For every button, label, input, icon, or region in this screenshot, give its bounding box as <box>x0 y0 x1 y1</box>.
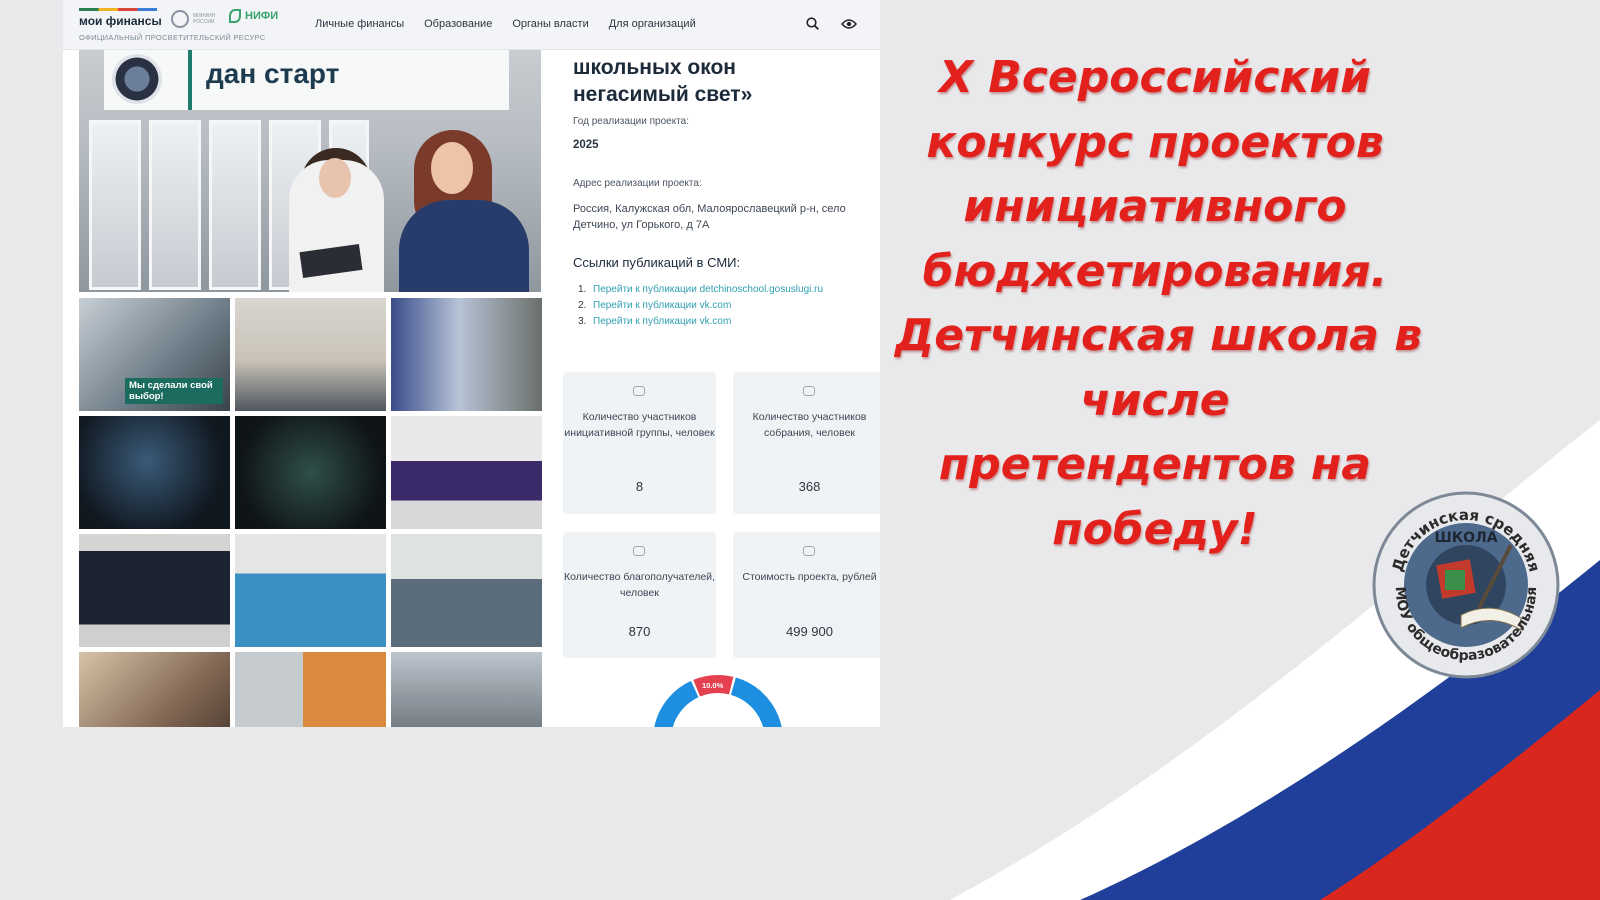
headline-line: претендентов на <box>938 439 1372 490</box>
headline-line: Детчинская школа в <box>895 310 1423 361</box>
photo-thumbnail[interactable] <box>391 298 542 411</box>
person-face <box>319 158 351 198</box>
minfin-emblem-icon <box>171 10 189 28</box>
nifi-leaf-icon <box>229 9 241 23</box>
emblem-text-center: ШКОЛА <box>1434 530 1497 546</box>
accessibility-eye-icon[interactable] <box>841 18 857 30</box>
minfin-label: МИНФИН РОССИИ <box>193 13 216 25</box>
stat-value: 8 <box>635 479 644 494</box>
list-item: 2. Перейти к публикации vk.com <box>578 298 823 314</box>
stat-card: Количество благополучателей, человек 870 <box>563 532 716 658</box>
window <box>209 120 261 290</box>
thumbnail-caption: Мы сделали свой выбор! <box>125 378 223 404</box>
stat-value: 368 <box>798 479 821 494</box>
media-link[interactable]: Перейти к публикации detchinoschool.gosu… <box>593 284 823 295</box>
hero-banner-text: дан старт <box>206 58 340 89</box>
nav-item-organizations[interactable]: Для организаций <box>609 18 696 30</box>
photo-thumbnail[interactable] <box>391 652 542 727</box>
people-icon <box>633 386 645 396</box>
project-title-line: школьных окон <box>573 56 736 79</box>
stat-label: Количество благополучателей, человек <box>564 571 715 599</box>
stat-card: Количество участников собрания, человек … <box>733 372 880 514</box>
headline-line: инициативного <box>963 181 1347 232</box>
media-link[interactable]: Перейти к публикации vk.com <box>593 316 731 327</box>
photo-thumbnail[interactable] <box>391 534 542 647</box>
headline-line: числе <box>1080 374 1230 426</box>
person-shape <box>399 200 529 292</box>
year-label: Год реализации проекта: <box>573 116 690 127</box>
hero-banner: дан старт <box>104 50 509 110</box>
embedded-screenshot: мои финансы ОФИЦИАЛЬНЫЙ ПРОСВЕТИТЕЛЬСКИЙ… <box>63 0 880 727</box>
photo-thumbnail[interactable]: Мы сделали свой выбор! <box>79 298 230 411</box>
stat-value: 870 <box>628 624 651 639</box>
main-nav: Личные финансы Образование Органы власти… <box>315 18 696 30</box>
photo-thumbnail[interactable] <box>235 534 386 647</box>
list-number: 1. <box>578 284 587 295</box>
people-icon <box>633 546 645 556</box>
stat-value: 499 900 <box>786 624 833 639</box>
photo-thumbnail[interactable] <box>79 416 230 529</box>
photo-thumbnail[interactable] <box>235 416 386 529</box>
donut-percent-label: 10.0% <box>702 681 724 690</box>
photo-thumbnail[interactable] <box>235 298 386 411</box>
person-face <box>431 142 473 194</box>
school-badge-icon <box>112 54 162 104</box>
logo-stripes <box>79 8 157 11</box>
stat-label: Стоимость проекта, рублей <box>742 571 877 583</box>
school-emblem-logo: Детчинская средняя ШКОЛА МОУ общеобразов… <box>1372 491 1560 679</box>
address-value: Россия, Калужская обл, Малоярославецкий … <box>573 203 846 231</box>
headline-line: X Всероссийский <box>939 52 1371 103</box>
people-icon <box>803 386 815 396</box>
coins-icon <box>803 546 815 556</box>
year-value: 2025 <box>573 139 599 151</box>
headline-line: победу! <box>1052 503 1258 555</box>
site-logo[interactable]: мои финансы <box>79 14 162 28</box>
banner-accent-bar <box>188 50 192 110</box>
nav-item-education[interactable]: Образование <box>424 18 492 30</box>
photo-thumbnail[interactable] <box>235 652 386 727</box>
site-header: мои финансы ОФИЦИАЛЬНЫЙ ПРОСВЕТИТЕЛЬСКИЙ… <box>63 0 880 50</box>
stat-label: Количество участников инициативной групп… <box>564 411 715 439</box>
media-link[interactable]: Перейти к публикации vk.com <box>593 300 731 311</box>
hero-photo: дан старт <box>79 50 541 292</box>
search-icon[interactable] <box>806 17 819 30</box>
media-links-list: 1. Перейти к публикации detchinoschool.go… <box>578 282 823 330</box>
project-title: школьных окон негасимый свет» <box>573 54 752 108</box>
stat-card: Количество участников инициативной групп… <box>563 372 716 514</box>
site-tagline: ОФИЦИАЛЬНЫЙ ПРОСВЕТИТЕЛЬСКИЙ РЕСУРС <box>79 33 266 42</box>
window <box>149 120 201 290</box>
list-number: 2. <box>578 300 587 311</box>
photo-thumbnail[interactable] <box>391 416 542 529</box>
budget-donut-chart: 10.0% <box>654 675 782 727</box>
nifi-label: НИФИ <box>245 10 279 22</box>
headline-line: конкурс проектов <box>926 116 1384 168</box>
list-item: 3. Перейти к публикации vk.com <box>578 314 823 330</box>
list-item: 1. Перейти к публикации detchinoschool.go… <box>578 282 823 298</box>
media-links-heading: Ссылки публикаций в СМИ: <box>573 255 741 270</box>
nav-item-personal-finance[interactable]: Личные финансы <box>315 18 404 30</box>
list-number: 3. <box>578 316 587 327</box>
photo-thumbnail[interactable] <box>79 534 230 647</box>
photo-thumbnail[interactable] <box>79 652 230 727</box>
address-label: Адрес реализации проекта: <box>573 178 702 189</box>
headline: X Всероссийский конкурс проектов инициат… <box>895 46 1423 562</box>
project-title-line: негасимый свет» <box>573 83 753 106</box>
stat-card: Стоимость проекта, рублей 499 900 <box>733 532 880 658</box>
stat-label: Количество участников собрания, человек <box>752 411 867 439</box>
nav-item-authorities[interactable]: Органы власти <box>512 18 588 30</box>
window <box>89 120 141 290</box>
headline-line: бюджетирования. <box>922 245 1388 297</box>
